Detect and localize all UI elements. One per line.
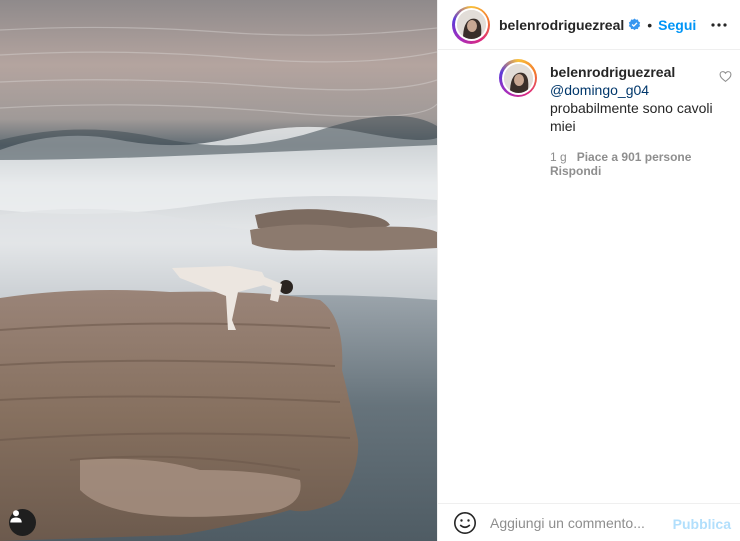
add-comment-bar: Pubblica (438, 503, 740, 541)
user-silhouette-icon (10, 510, 22, 523)
avatar-photo (503, 63, 533, 93)
follow-button[interactable]: Segui (658, 17, 696, 33)
post-side-panel: belenrodriguezreal • Segui belenrodrigue… (437, 0, 740, 541)
comment-input[interactable] (490, 514, 680, 531)
publish-button[interactable]: Pubblica (673, 516, 731, 532)
user-tag-button[interactable] (9, 509, 36, 536)
heart-outline-icon[interactable] (719, 70, 732, 83)
comment-time: 1 g (550, 150, 567, 164)
header-avatar[interactable] (452, 5, 490, 44)
comment-avatar[interactable] (499, 59, 537, 97)
avatar-photo (456, 10, 486, 39)
more-horizontal-icon (711, 23, 727, 27)
comment-mention[interactable]: @domingo_g04 (550, 81, 720, 99)
emoji-smile-icon[interactable] (453, 511, 477, 535)
comment-text: probabilmente sono cavoli miei (550, 100, 713, 134)
verified-badge-icon (629, 18, 641, 31)
post-header: belenrodriguezreal • Segui (438, 0, 740, 50)
header-separator: • (647, 16, 653, 33)
comment-likes[interactable]: Piace a 901 persone (577, 150, 692, 164)
header-username[interactable]: belenrodriguezreal (499, 17, 624, 33)
more-options-button[interactable] (709, 15, 729, 35)
comment-username[interactable]: belenrodriguezreal (550, 63, 720, 81)
reply-button[interactable]: Rispondi (550, 164, 601, 178)
beach-scene-image (0, 0, 437, 541)
comment-meta: 1 g Piace a 901 persone Rispondi (550, 150, 720, 178)
post-photo[interactable] (0, 0, 437, 541)
